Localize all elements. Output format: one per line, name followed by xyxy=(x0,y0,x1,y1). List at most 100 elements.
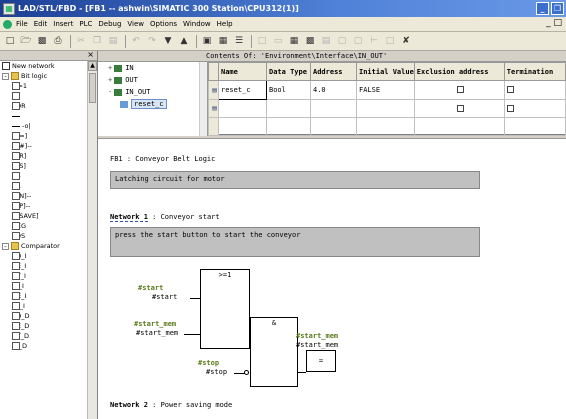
catalog-item[interactable]: - Comparator xyxy=(2,241,88,251)
expand-icon[interactable]: + xyxy=(108,64,112,72)
cell-name[interactable]: reset_c xyxy=(218,80,267,100)
monitor-icon[interactable]: ▣ xyxy=(200,34,214,48)
column-header-initial-value[interactable]: Initial Value xyxy=(356,61,415,82)
new-icon[interactable]: □ xyxy=(3,34,17,48)
exclusion-checkbox[interactable] xyxy=(456,104,464,112)
catalog-item[interactable]: --[N]-- xyxy=(2,191,88,201)
catalog-item[interactable]: EQ_I xyxy=(2,251,88,261)
expand-icon[interactable]: + xyxy=(108,76,112,84)
menu-window[interactable]: Window xyxy=(183,20,211,28)
menu-plc[interactable]: PLC xyxy=(79,20,92,28)
collapse-icon[interactable]: - xyxy=(2,242,9,250)
table-row[interactable]: ▤ reset_c Bool 4.0 FALSE xyxy=(208,80,566,100)
catalog-item[interactable]: --[S] xyxy=(2,161,88,171)
catalog-item[interactable]: POS xyxy=(2,231,88,241)
exclusion-checkbox[interactable] xyxy=(456,86,464,94)
stop-operand[interactable]: #stop xyxy=(206,368,227,376)
help-pointer-icon[interactable]: ✘ xyxy=(399,34,413,48)
restore-button[interactable]: ❐ xyxy=(551,2,564,15)
collapse-icon[interactable]: - xyxy=(108,88,112,96)
catalog-item[interactable]: LT_I xyxy=(2,281,88,291)
catalog-item[interactable]: --[#]-- xyxy=(2,141,88,151)
block-comment[interactable]: Latching circuit for motor xyxy=(110,171,480,189)
cell-name[interactable] xyxy=(218,98,267,118)
mdi-minimize-button[interactable]: _ □ xyxy=(546,18,562,28)
start-operand[interactable]: #start xyxy=(152,293,177,301)
interface-tree-item-reset-c[interactable]: reset_c xyxy=(98,98,207,110)
cell-exclusion-address[interactable] xyxy=(413,80,505,100)
menu-view[interactable]: View xyxy=(127,20,144,28)
network-1-title[interactable]: Network 1 : Conveyor start xyxy=(110,213,220,222)
termination-checkbox[interactable] xyxy=(506,86,514,94)
catalog-item[interactable]: --[SAVE] xyxy=(2,211,88,221)
menu-file[interactable]: File xyxy=(16,20,28,28)
zoom-in-icon[interactable]: ▢ xyxy=(335,34,349,48)
paste-icon[interactable]: ▤ xyxy=(106,34,120,48)
catalog-item[interactable]: XOR xyxy=(2,101,88,111)
catalog-item[interactable]: GT_D xyxy=(2,331,88,341)
catalog-item[interactable]: New network xyxy=(2,61,88,71)
stl-view-icon[interactable]: ▤ xyxy=(319,34,333,48)
catalog-item[interactable]: --[R] xyxy=(2,151,88,161)
cell-address[interactable] xyxy=(310,98,357,118)
network-1-comment[interactable]: press the start button to start the conv… xyxy=(110,227,480,257)
network-2-title[interactable]: Network 2 : Power saving mode xyxy=(110,401,232,409)
copy-icon[interactable]: ❐ xyxy=(90,34,104,48)
start-mem-operand[interactable]: #start_mem xyxy=(136,329,178,337)
assign-block[interactable]: = xyxy=(306,350,336,372)
menu-debug[interactable]: Debug xyxy=(98,20,121,28)
menu-options[interactable]: Options xyxy=(150,20,177,28)
scroll-thumb[interactable] xyxy=(89,73,96,103)
catalog-item[interactable]: NE_I xyxy=(2,261,88,271)
upload-icon[interactable]: ▲ xyxy=(177,34,191,48)
catalog-item[interactable]: & xyxy=(2,91,88,101)
catalog-item[interactable] xyxy=(2,111,88,121)
column-header-exclusion-address[interactable]: Exclusion address xyxy=(413,61,505,82)
or-block[interactable]: >=1 xyxy=(200,269,250,349)
catalog-item[interactable]: - Bit logic xyxy=(2,71,88,81)
menu-help[interactable]: Help xyxy=(217,20,233,28)
redo-icon[interactable]: ↷ xyxy=(145,34,159,48)
and-block[interactable]: & xyxy=(250,317,298,387)
cut-icon[interactable]: ✂ xyxy=(74,34,88,48)
cell-termination[interactable] xyxy=(503,80,566,100)
document-icon[interactable] xyxy=(3,19,12,29)
network-view-icon[interactable]: ☰ xyxy=(232,34,246,48)
cell-initial-value[interactable]: FALSE xyxy=(356,80,415,100)
undo-icon[interactable]: ↶ xyxy=(129,34,143,48)
catalog-item[interactable]: --[P]-- xyxy=(2,201,88,211)
column-header-address[interactable]: Address xyxy=(310,61,357,82)
collapse-icon[interactable]: - xyxy=(2,72,9,80)
box-icon[interactable]: □ xyxy=(383,34,397,48)
download-icon[interactable]: ▼ xyxy=(161,34,175,48)
insert-network-icon[interactable]: □ xyxy=(255,34,269,48)
close-icon[interactable]: × xyxy=(87,50,94,59)
catalog-item[interactable]: GE_I xyxy=(2,291,88,301)
cell-data-type[interactable] xyxy=(266,98,311,118)
open-icon[interactable]: 🗁 xyxy=(19,34,33,48)
termination-checkbox[interactable] xyxy=(506,104,514,112)
catalog-item[interactable]: LT_D xyxy=(2,341,88,351)
menu-edit[interactable]: Edit xyxy=(34,20,48,28)
column-header-name[interactable]: Name xyxy=(218,61,267,82)
table-row[interactable]: ▤ xyxy=(208,98,566,118)
catalog-item[interactable]: --[=] xyxy=(2,131,88,141)
row-header-icon[interactable]: ▤ xyxy=(208,98,219,118)
catalog-item[interactable]: >=1 xyxy=(2,81,88,91)
branch-icon[interactable]: ⊢ xyxy=(367,34,381,48)
catalog-item[interactable]: RS xyxy=(2,171,88,181)
interface-tree-item-in-out[interactable]: - IN_OUT xyxy=(98,86,207,98)
catalog-item[interactable]: GT_I xyxy=(2,271,88,281)
column-header-termination[interactable]: Termination xyxy=(503,61,566,82)
cell-address[interactable]: 4.0 xyxy=(310,80,357,100)
print-icon[interactable]: ⎙ xyxy=(51,34,65,48)
cell-initial-value[interactable] xyxy=(356,98,415,118)
row-header-icon[interactable]: ▤ xyxy=(208,80,219,100)
interface-tree-item-in[interactable]: + IN xyxy=(98,62,207,74)
catalog-item[interactable]: SR xyxy=(2,181,88,191)
insert-contact-icon[interactable]: ▭ xyxy=(271,34,285,48)
cell-data-type[interactable]: Bool xyxy=(266,80,311,100)
menu-insert[interactable]: Insert xyxy=(53,20,73,28)
catalog-item[interactable]: EQ_D xyxy=(2,311,88,321)
output-operand[interactable]: #start_mem xyxy=(296,341,338,349)
